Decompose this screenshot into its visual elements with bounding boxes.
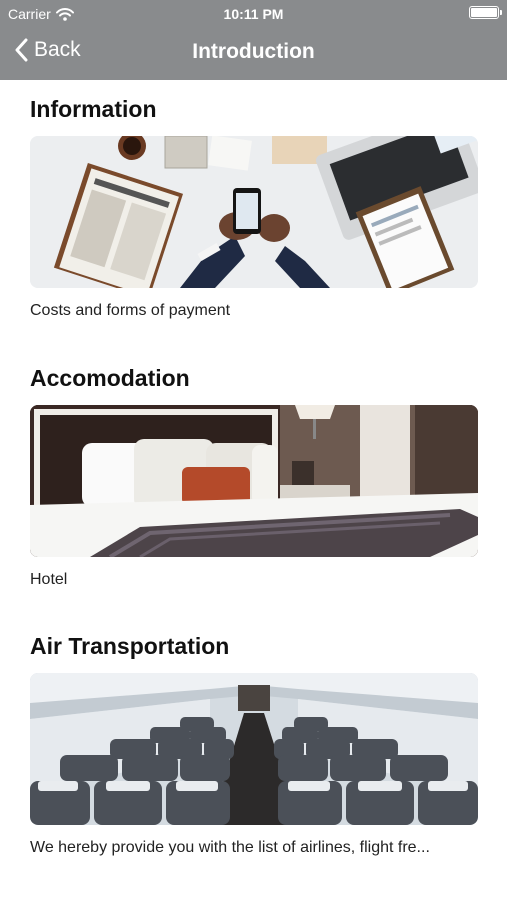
business-desk-photo[interactable] xyxy=(30,136,478,288)
section-information[interactable]: Information Costs and forms of payment xyxy=(30,94,478,322)
section-title: Accomodation xyxy=(30,365,190,391)
hotel-bed-photo[interactable] xyxy=(30,405,478,557)
airplane-cabin-photo[interactable] xyxy=(30,673,478,825)
section-title: Information xyxy=(30,96,157,122)
section-caption: Hotel xyxy=(30,571,68,588)
section-caption: Costs and forms of payment xyxy=(30,302,231,319)
back-label: Back xyxy=(34,38,81,61)
status-bar: Carrier 10:11 PM xyxy=(0,0,507,28)
nav-bar: Back Introduction xyxy=(0,28,507,80)
section-title: Air Transportation xyxy=(30,633,230,659)
section-accomodation[interactable]: Accomodation Hotel xyxy=(30,363,478,591)
navigation-header: Carrier 10:11 PM Back Introduction xyxy=(0,0,507,80)
clock: 10:11 PM xyxy=(223,6,284,22)
chevron-left-icon xyxy=(15,38,28,62)
back-button[interactable]: Back xyxy=(14,38,81,62)
section-caption: We hereby provide you with the list of a… xyxy=(30,839,430,856)
section-air-transportation[interactable]: Air Transportation We hereby provide you… xyxy=(30,631,478,859)
battery-icon xyxy=(469,6,502,19)
